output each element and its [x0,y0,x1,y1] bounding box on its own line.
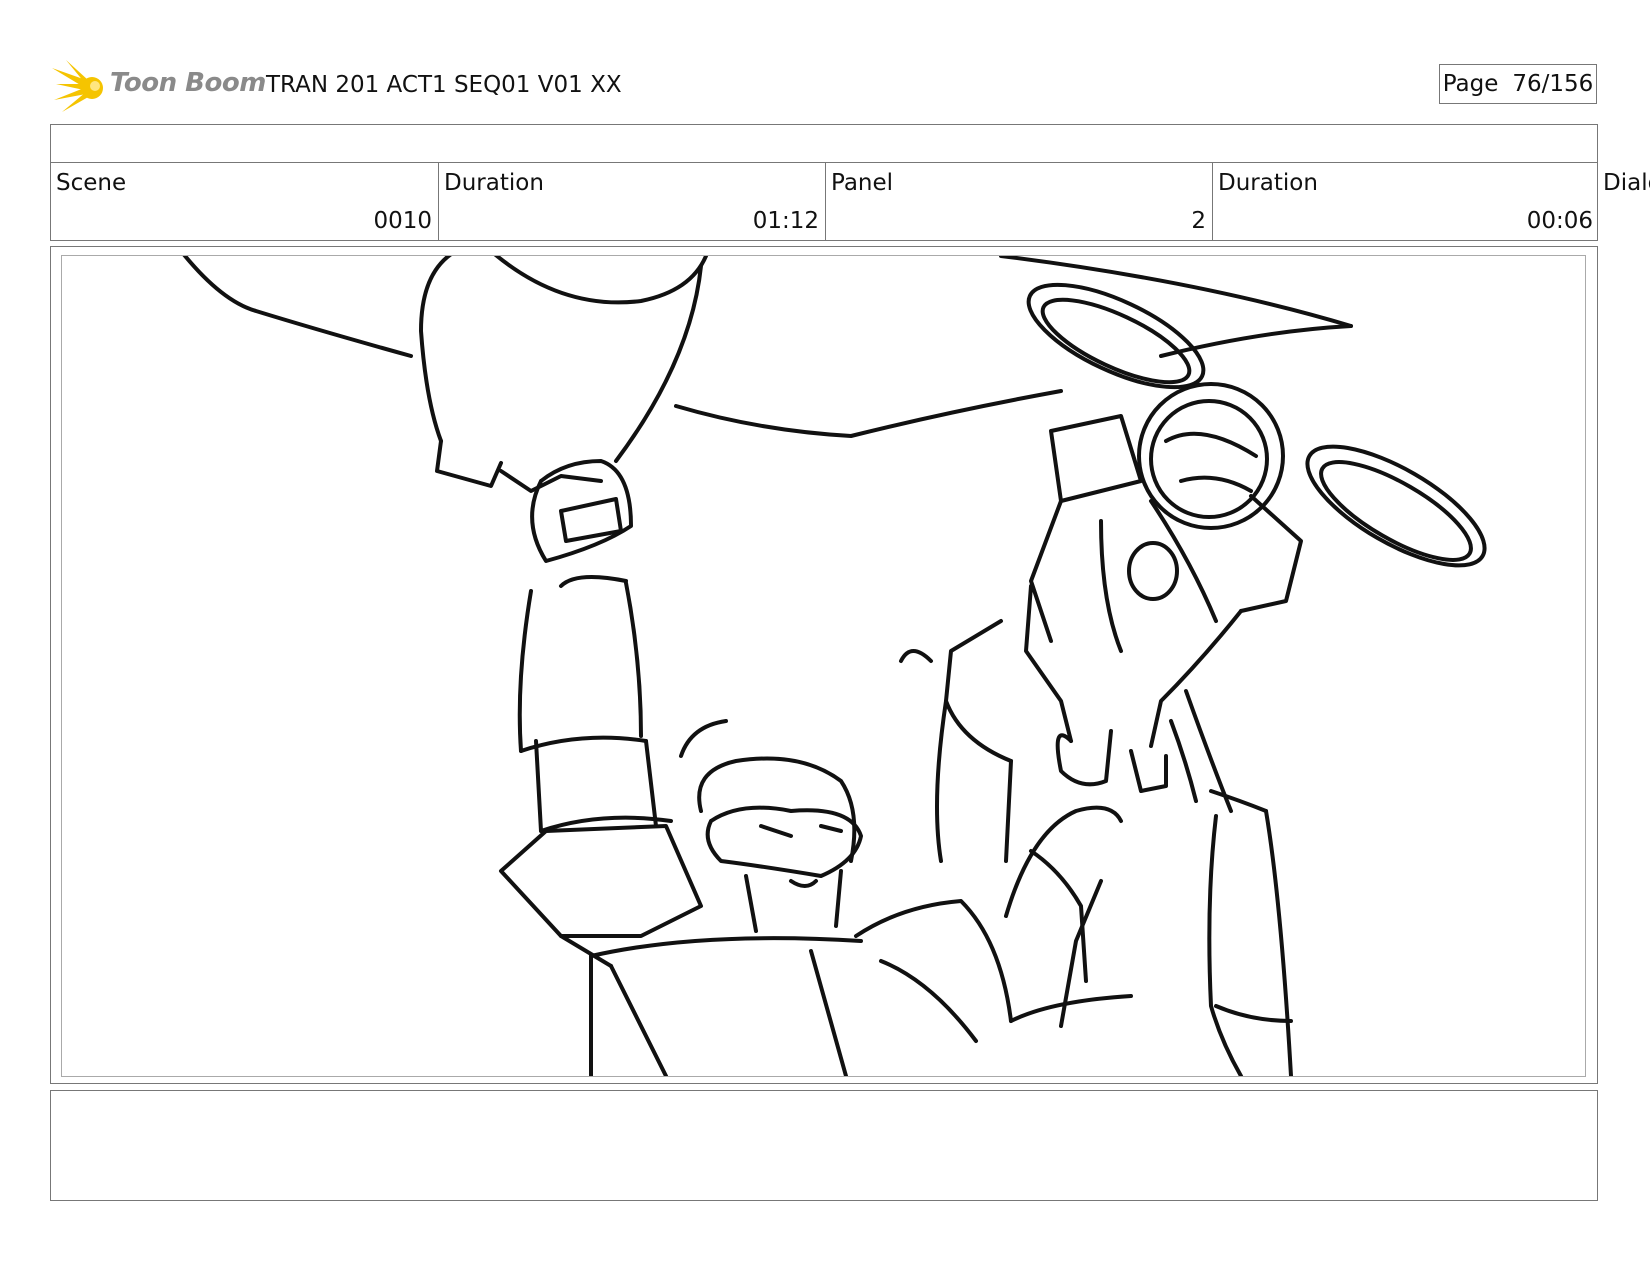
logo-text: Toon Boom [110,68,266,98]
storyboard-panel [61,255,1586,1077]
header-strip [50,124,1598,163]
toon-boom-burst-icon [52,60,103,112]
scene-value: 0010 [373,208,432,234]
panel-label: Panel [831,170,894,196]
page-number: 76/156 [1512,71,1594,97]
toon-boom-logo: Toon Boom [52,58,266,114]
panel-duration-cell: Duration 00:06 [1212,162,1599,240]
dialog-label: Dialo [1603,170,1650,196]
storyboard-sketch [182,256,1487,1076]
panel-duration-label: Duration [1218,170,1318,196]
scene-label: Scene [56,170,127,196]
info-row: Scene 0010 Duration 01:12 Panel 2 Durati… [50,162,1598,241]
scene-cell: Scene 0010 [51,162,438,240]
page-indicator: Page 76/156 [1439,64,1597,104]
panel-value: 2 [1191,208,1206,234]
scene-duration-cell: Duration 01:12 [438,162,825,240]
scene-duration-label: Duration [444,170,544,196]
notes-box [50,1090,1598,1201]
panel-duration-value: 00:06 [1526,208,1593,234]
scene-duration-value: 01:12 [752,208,819,234]
panel-cell: Panel 2 [825,162,1212,240]
page-label: Page [1442,71,1499,97]
document-title: TRAN 201 ACT1 SEQ01 V01 XX [266,72,622,98]
